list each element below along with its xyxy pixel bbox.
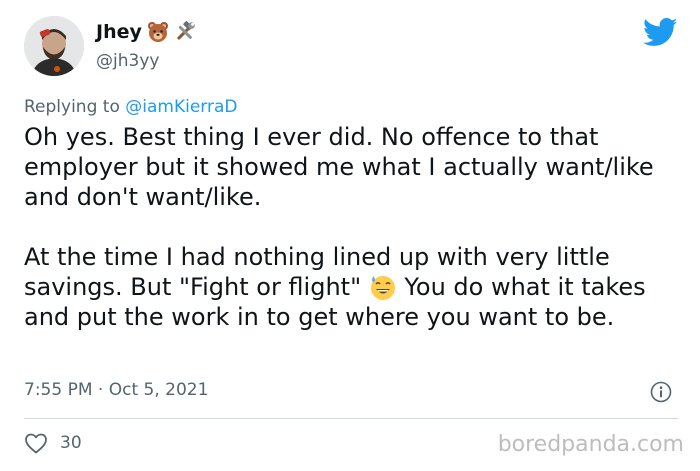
tweet-body: Oh yes. Best thing I ever did. No offenc…	[24, 122, 674, 332]
bear-face-icon	[147, 22, 168, 42]
avatar-image	[24, 16, 84, 76]
author-handle[interactable]: @jh3yy	[96, 51, 159, 71]
replying-to-label: Replying to	[24, 97, 120, 117]
author-name-row[interactable]: Jhey	[96, 21, 196, 43]
reply-mention-link[interactable]: @iamKierraD	[125, 97, 237, 117]
author-display-name[interactable]: Jhey	[96, 21, 142, 43]
divider	[24, 418, 678, 419]
info-icon[interactable]	[650, 381, 672, 403]
hammer-and-wrench-icon	[177, 21, 195, 40]
timestamp-separator: ·	[97, 380, 104, 400]
tweet-paragraph-1: Oh yes. Best thing I ever did. No offenc…	[24, 123, 654, 211]
avatar[interactable]	[24, 16, 84, 76]
tweet-time[interactable]: 7:55 PM	[24, 380, 93, 400]
tweet-timestamp[interactable]: 7:55 PM · Oct 5, 2021	[24, 380, 208, 400]
heart-icon[interactable]	[24, 432, 48, 454]
grinning-face-with-sweat-icon	[370, 276, 395, 300]
watermark: boredpanda.com	[497, 432, 684, 457]
replying-to-line: Replying to @iamKierraD	[24, 97, 237, 117]
like-count: 30	[60, 433, 82, 453]
tweet-paragraph-2: At the time I had nothing lined up with …	[24, 242, 674, 332]
like-action[interactable]: 30	[24, 432, 82, 454]
tweet-date[interactable]: Oct 5, 2021	[109, 380, 209, 400]
twitter-bird-icon[interactable]	[643, 18, 678, 47]
